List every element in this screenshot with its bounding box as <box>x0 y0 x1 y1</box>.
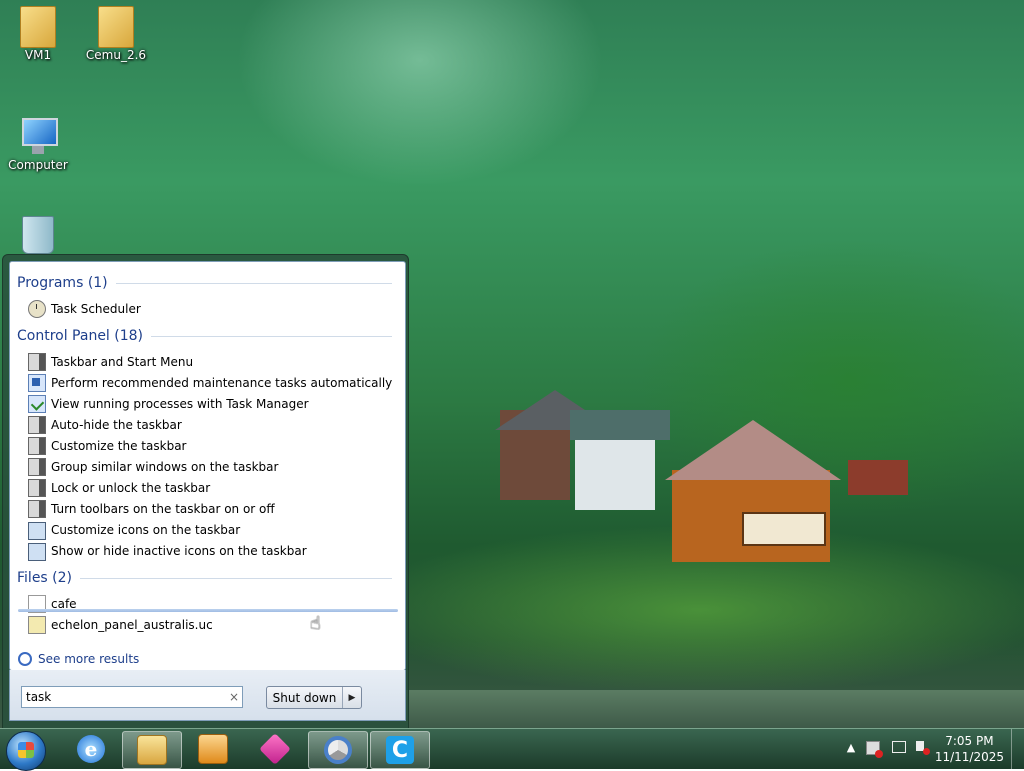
result-file-echelon[interactable]: echelon_panel_australis.uc <box>28 615 213 635</box>
result-label: Show or hide inactive icons on the taskb… <box>51 544 307 558</box>
notification-area-icon <box>28 543 46 561</box>
search-icon <box>18 652 32 666</box>
folder-icon <box>98 6 134 48</box>
result-customize-taskbar[interactable]: Customize the taskbar <box>28 436 186 456</box>
taskbar-settings-icon <box>28 479 46 497</box>
desktop-icon-recycle-bin[interactable] <box>0 216 76 254</box>
result-label: Turn toolbars on the taskbar on or off <box>51 502 275 516</box>
task-scheduler-icon <box>28 300 46 318</box>
shutdown-button-group: Shut down ▶ <box>266 686 362 709</box>
lake <box>400 690 1024 728</box>
shutdown-options-arrow-icon[interactable]: ▶ <box>343 687 361 708</box>
taskbar: e C ▲ 7:05 PM 11/11/2025 <box>0 728 1024 771</box>
clock-date: 11/11/2025 <box>934 750 1004 764</box>
see-more-results-link[interactable]: See more results <box>18 650 139 668</box>
media-player-icon <box>198 734 228 764</box>
taskbar-settings-icon <box>28 416 46 434</box>
internet-explorer-icon: e <box>77 735 105 763</box>
result-label: Perform recommended maintenance tasks au… <box>51 376 393 390</box>
desktop-icon-vm1[interactable]: VM1 <box>0 6 76 62</box>
show-desktop-button[interactable] <box>1011 729 1024 769</box>
taskbar-media-player[interactable] <box>184 731 242 767</box>
shutdown-button[interactable]: Shut down <box>267 687 343 708</box>
result-customize-icons[interactable]: Customize icons on the taskbar <box>28 520 240 540</box>
show-hidden-icons-button[interactable]: ▲ <box>844 741 858 755</box>
group-header-label: Control Panel (18) <box>17 328 144 344</box>
result-group-similar-windows[interactable]: Group similar windows on the taskbar <box>28 457 278 477</box>
result-task-scheduler[interactable]: Task Scheduler <box>28 299 141 319</box>
hover-highlight <box>18 609 398 612</box>
volume-muted-icon[interactable] <box>916 741 930 755</box>
uc-file-icon <box>28 616 46 634</box>
taskbar-file-explorer[interactable] <box>122 731 182 769</box>
taskbar-clock[interactable]: 7:05 PM 11/11/2025 <box>935 733 1004 765</box>
taskbar-settings-icon <box>28 500 46 518</box>
result-task-manager[interactable]: View running processes with Task Manager <box>28 394 309 414</box>
recycle-bin-icon <box>22 216 54 254</box>
taskbar-settings-icon <box>28 353 46 371</box>
result-label: Lock or unlock the taskbar <box>51 481 211 495</box>
app-c-icon: C <box>386 736 414 764</box>
desktop-icon-computer[interactable]: Computer <box>0 114 76 172</box>
result-taskbar-and-start-menu[interactable]: Taskbar and Start Menu <box>28 352 193 372</box>
result-label: Task Scheduler <box>51 302 141 316</box>
house-right-windows <box>742 512 826 546</box>
app-chrome-icon <box>324 736 352 764</box>
task-manager-icon <box>28 395 46 413</box>
result-show-hide-inactive-icons[interactable]: Show or hide inactive icons on the taskb… <box>28 541 307 561</box>
app-pink-icon <box>259 733 291 765</box>
house-right-roof <box>665 420 841 480</box>
clear-search-icon[interactable]: × <box>226 690 242 704</box>
result-toolbars-on-off[interactable]: Turn toolbars on the taskbar on or off <box>28 499 275 519</box>
result-lock-taskbar[interactable]: Lock or unlock the taskbar <box>28 478 210 498</box>
taskbar-internet-explorer[interactable]: e <box>62 731 120 767</box>
group-header-files[interactable]: Files (2) <box>17 570 392 586</box>
result-label: Customize icons on the taskbar <box>51 523 241 537</box>
hand-cursor-icon: ☝ <box>310 613 321 634</box>
see-more-label: See more results <box>38 652 140 666</box>
desktop-icon-cemu[interactable]: Cemu_2.6 <box>78 6 154 62</box>
notification-area-icon <box>28 522 46 540</box>
result-maintenance-tasks[interactable]: Perform recommended maintenance tasks au… <box>28 373 392 393</box>
group-header-programs[interactable]: Programs (1) <box>17 275 392 291</box>
desktop-icon-label: Cemu_2.6 <box>85 48 147 62</box>
network-icon[interactable] <box>892 741 906 755</box>
house-middle <box>575 440 655 510</box>
taskbar-app-chrome[interactable] <box>308 731 368 769</box>
taskbar-app-c[interactable]: C <box>370 731 430 769</box>
taskbar-settings-icon <box>28 437 46 455</box>
clock-time: 7:05 PM <box>945 734 994 748</box>
group-header-label: Programs (1) <box>17 275 108 291</box>
action-center-flag-icon[interactable] <box>866 741 883 758</box>
house-far <box>848 460 908 495</box>
start-search-box[interactable]: × <box>21 686 243 708</box>
group-header-control-panel[interactable]: Control Panel (18) <box>17 328 392 344</box>
folder-icon <box>20 6 56 48</box>
result-label: View running processes with Task Manager <box>51 397 309 411</box>
taskbar-settings-icon <box>28 458 46 476</box>
house-middle-roof <box>570 410 670 440</box>
result-label: Customize the taskbar <box>51 439 187 453</box>
taskbar-app-pink[interactable] <box>246 731 304 767</box>
result-label: Auto-hide the taskbar <box>51 418 182 432</box>
action-center-icon <box>28 374 46 392</box>
result-auto-hide-taskbar[interactable]: Auto-hide the taskbar <box>28 415 182 435</box>
result-label: Taskbar and Start Menu <box>51 355 194 369</box>
file-explorer-icon <box>137 735 167 765</box>
computer-icon <box>18 114 58 158</box>
desktop-icon-label: Computer <box>8 158 68 172</box>
start-button[interactable] <box>6 731 46 771</box>
search-input[interactable] <box>22 688 226 706</box>
desktop-icon-label: VM1 <box>24 48 52 62</box>
result-label: echelon_panel_australis.uc <box>51 618 213 632</box>
group-header-label: Files (2) <box>17 570 73 586</box>
result-label: Group similar windows on the taskbar <box>51 460 279 474</box>
